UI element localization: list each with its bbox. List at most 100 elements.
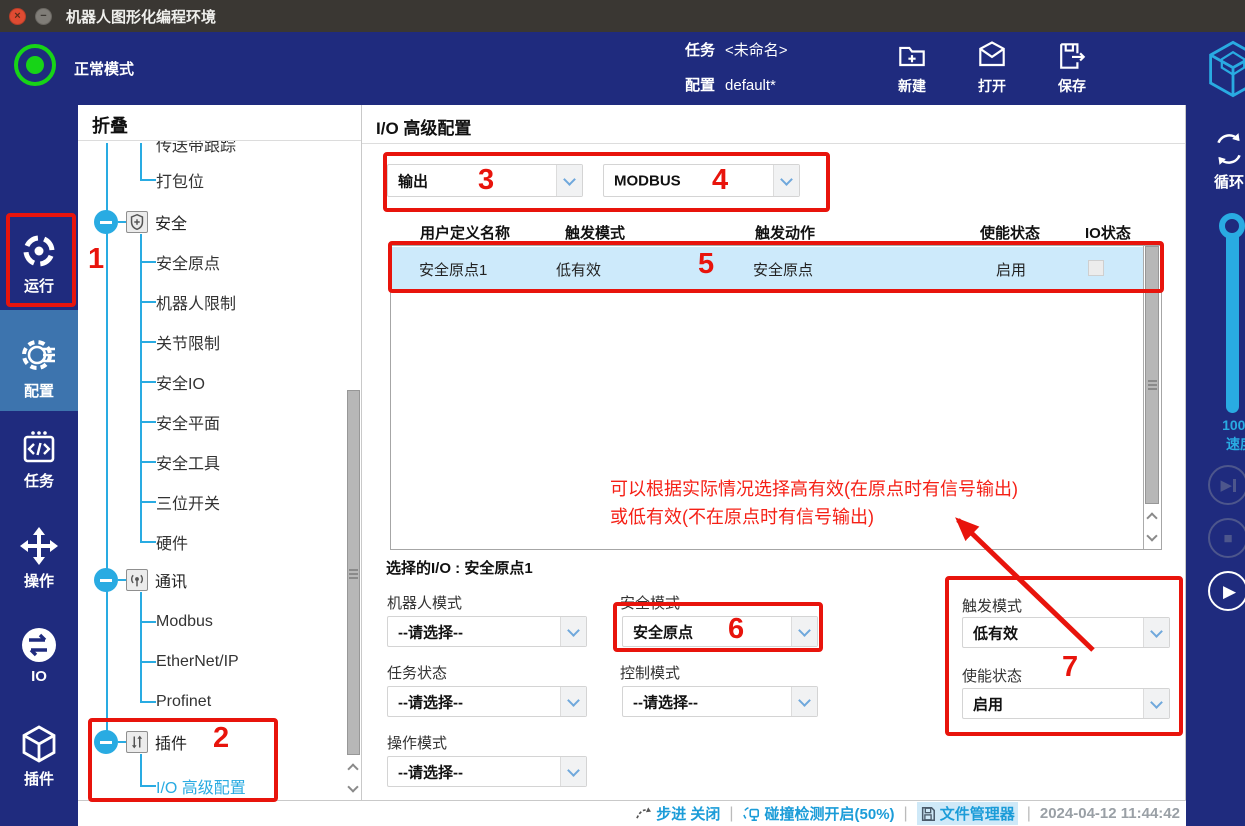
cell-enable-state: 启用 xyxy=(996,259,1026,280)
scroll-grip xyxy=(1148,384,1157,386)
tree-item-clipped[interactable]: 传送带跟踪 xyxy=(156,141,236,154)
control-mode-label: 控制模式 xyxy=(620,662,680,683)
open-button[interactable]: 打开 xyxy=(957,38,1027,96)
sidebar-item-run[interactable]: 运行 xyxy=(0,230,78,296)
cycle-icon[interactable] xyxy=(1210,130,1245,168)
tree-scroll-down-icon[interactable] xyxy=(347,781,358,792)
chevron-down-icon xyxy=(1143,618,1169,647)
sidebar-item-operate-label: 操作 xyxy=(0,570,78,591)
mode-status-dot xyxy=(26,56,44,74)
safety-mode-dropdown[interactable]: 安全原点 xyxy=(622,616,818,647)
robot-mode-dropdown[interactable]: --请选择-- xyxy=(387,616,587,647)
col-header-trigger-mode: 触发模式 xyxy=(565,222,625,243)
config-value: default* xyxy=(725,77,776,94)
tree-item-safety-home[interactable]: 安全原点 xyxy=(156,248,220,276)
stop-button[interactable]: ■ xyxy=(1208,518,1245,558)
sidebar-item-task[interactable]: 任务 xyxy=(0,427,78,491)
collapse-minus-icon[interactable] xyxy=(94,210,118,234)
minimize-icon[interactable]: − xyxy=(35,8,52,25)
brand-logo-cube-icon xyxy=(1205,38,1245,100)
config-row: 配置default* xyxy=(685,74,776,95)
tree-stub xyxy=(140,785,156,787)
selected-io-heading: 选择的I/O : 安全原点1 xyxy=(386,557,533,578)
io-swap-icon xyxy=(19,625,59,665)
tree-scrollbar-thumb[interactable] xyxy=(347,390,360,755)
tree-stub xyxy=(140,541,156,543)
file-manager-label: 文件管理器 xyxy=(940,803,1015,824)
collision-status[interactable]: 碰撞检测开启(50%) xyxy=(743,803,895,824)
cell-user-name: 安全原点1 xyxy=(419,259,487,280)
table-scrollbar-thumb[interactable] xyxy=(1145,246,1159,504)
io-state-checkbox[interactable] xyxy=(1088,260,1104,276)
table-scroll-down-icon[interactable] xyxy=(1146,530,1157,541)
titlebar: × − 机器人图形化编程环境 xyxy=(0,0,1245,32)
table-row[interactable]: 安全原点1 低有效 安全原点 启用 xyxy=(391,247,1143,291)
trigger-mode-dropdown[interactable]: 低有效 xyxy=(962,617,1170,648)
tree-item-safety-io[interactable]: 安全IO xyxy=(156,368,205,396)
sidebar-item-task-label: 任务 xyxy=(0,470,78,491)
sidebar-item-config[interactable]: 配置 xyxy=(0,333,78,401)
enable-state-label: 使能状态 xyxy=(962,665,1022,686)
tree-node-plugin[interactable]: 插件 xyxy=(94,728,187,756)
tree-item-safety-tool[interactable]: 安全工具 xyxy=(156,448,220,476)
status-bar: 步进 关闭 | 碰撞检测开启(50%) | 文件管理器 | 2024-04-12… xyxy=(78,800,1186,826)
tree-item-joint-limit[interactable]: 关节限制 xyxy=(156,328,220,356)
chevron-down-icon xyxy=(773,165,799,196)
tree-stub xyxy=(140,421,156,423)
open-button-label: 打开 xyxy=(957,76,1027,96)
sidebar-item-config-label: 配置 xyxy=(0,380,78,401)
file-manager-button[interactable]: 文件管理器 xyxy=(917,802,1018,825)
table-scrollbar[interactable] xyxy=(1143,246,1161,549)
chevron-down-icon xyxy=(560,687,586,716)
mode-label: 正常模式 xyxy=(74,58,134,79)
tree-item-profinet[interactable]: Profinet xyxy=(156,688,211,716)
control-mode-dropdown[interactable]: --请选择-- xyxy=(622,686,818,717)
page-title: I/O 高级配置 xyxy=(376,114,471,139)
task-state-dropdown[interactable]: --请选择-- xyxy=(387,686,587,717)
tree-connector-line xyxy=(140,592,142,703)
close-icon[interactable]: × xyxy=(9,8,26,25)
sidebar-item-io[interactable]: IO xyxy=(0,625,78,685)
sidebar-item-operate[interactable]: 操作 xyxy=(0,525,78,591)
collision-status-label: 碰撞检测开启(50%) xyxy=(765,803,895,824)
table-scroll-up-icon[interactable] xyxy=(1146,512,1157,523)
sidebar-item-plugin[interactable]: 插件 xyxy=(0,723,78,789)
collapse-minus-icon[interactable] xyxy=(94,568,118,592)
collapse-minus-icon[interactable] xyxy=(94,730,118,754)
tree-item-three-position-switch[interactable]: 三位开关 xyxy=(156,488,220,516)
new-button[interactable]: 新建 xyxy=(877,38,947,96)
enable-state-dropdown[interactable]: 启用 xyxy=(962,688,1170,719)
tree-item-robot-limit[interactable]: 机器人限制 xyxy=(156,288,236,316)
step-forward-button[interactable]: ▶ xyxy=(1208,465,1245,505)
tree-item-io-advanced-config[interactable]: I/O 高级配置 xyxy=(156,772,246,800)
task-value: <未命名> xyxy=(725,42,788,59)
play-button[interactable]: ▶ xyxy=(1208,571,1245,611)
tree-item-hardware[interactable]: 硬件 xyxy=(156,528,188,556)
tree-collapse-header[interactable]: 折叠 xyxy=(78,105,361,141)
tree-connector-line xyxy=(140,754,142,787)
tree-item-safety-plane[interactable]: 安全平面 xyxy=(156,408,220,436)
save-button[interactable]: 保存 xyxy=(1037,38,1107,96)
tree-item-ethernet-ip[interactable]: EtherNet/IP xyxy=(156,648,239,676)
protocol-dropdown[interactable]: MODBUS xyxy=(603,164,800,197)
io-direction-dropdown[interactable]: 输出 xyxy=(387,164,583,197)
protocol-value: MODBUS xyxy=(614,172,681,189)
status-divider: | xyxy=(904,805,908,823)
scroll-grip xyxy=(349,573,358,575)
col-header-io-state: IO状态 xyxy=(1085,222,1131,243)
shield-plus-icon xyxy=(126,211,148,233)
tree-node-communication[interactable]: 通讯 xyxy=(94,566,187,594)
tree-item-modbus[interactable]: Modbus xyxy=(156,608,213,636)
step-status[interactable]: 步进 关闭 xyxy=(635,803,720,824)
status-divider: | xyxy=(1027,805,1031,823)
tree-stub xyxy=(140,341,156,343)
control-mode-value: --请选择-- xyxy=(633,691,698,712)
new-folder-icon xyxy=(894,38,930,74)
tree-item-pack-position[interactable]: 打包位 xyxy=(156,166,204,194)
task-label: 任务 xyxy=(685,42,715,59)
tree-scroll-up-icon[interactable] xyxy=(347,763,358,774)
tree-node-safety[interactable]: 安全 xyxy=(94,208,187,236)
op-mode-dropdown[interactable]: --请选择-- xyxy=(387,756,587,787)
speed-slider-track[interactable] xyxy=(1226,235,1239,413)
task-state-label: 任务状态 xyxy=(387,662,447,683)
